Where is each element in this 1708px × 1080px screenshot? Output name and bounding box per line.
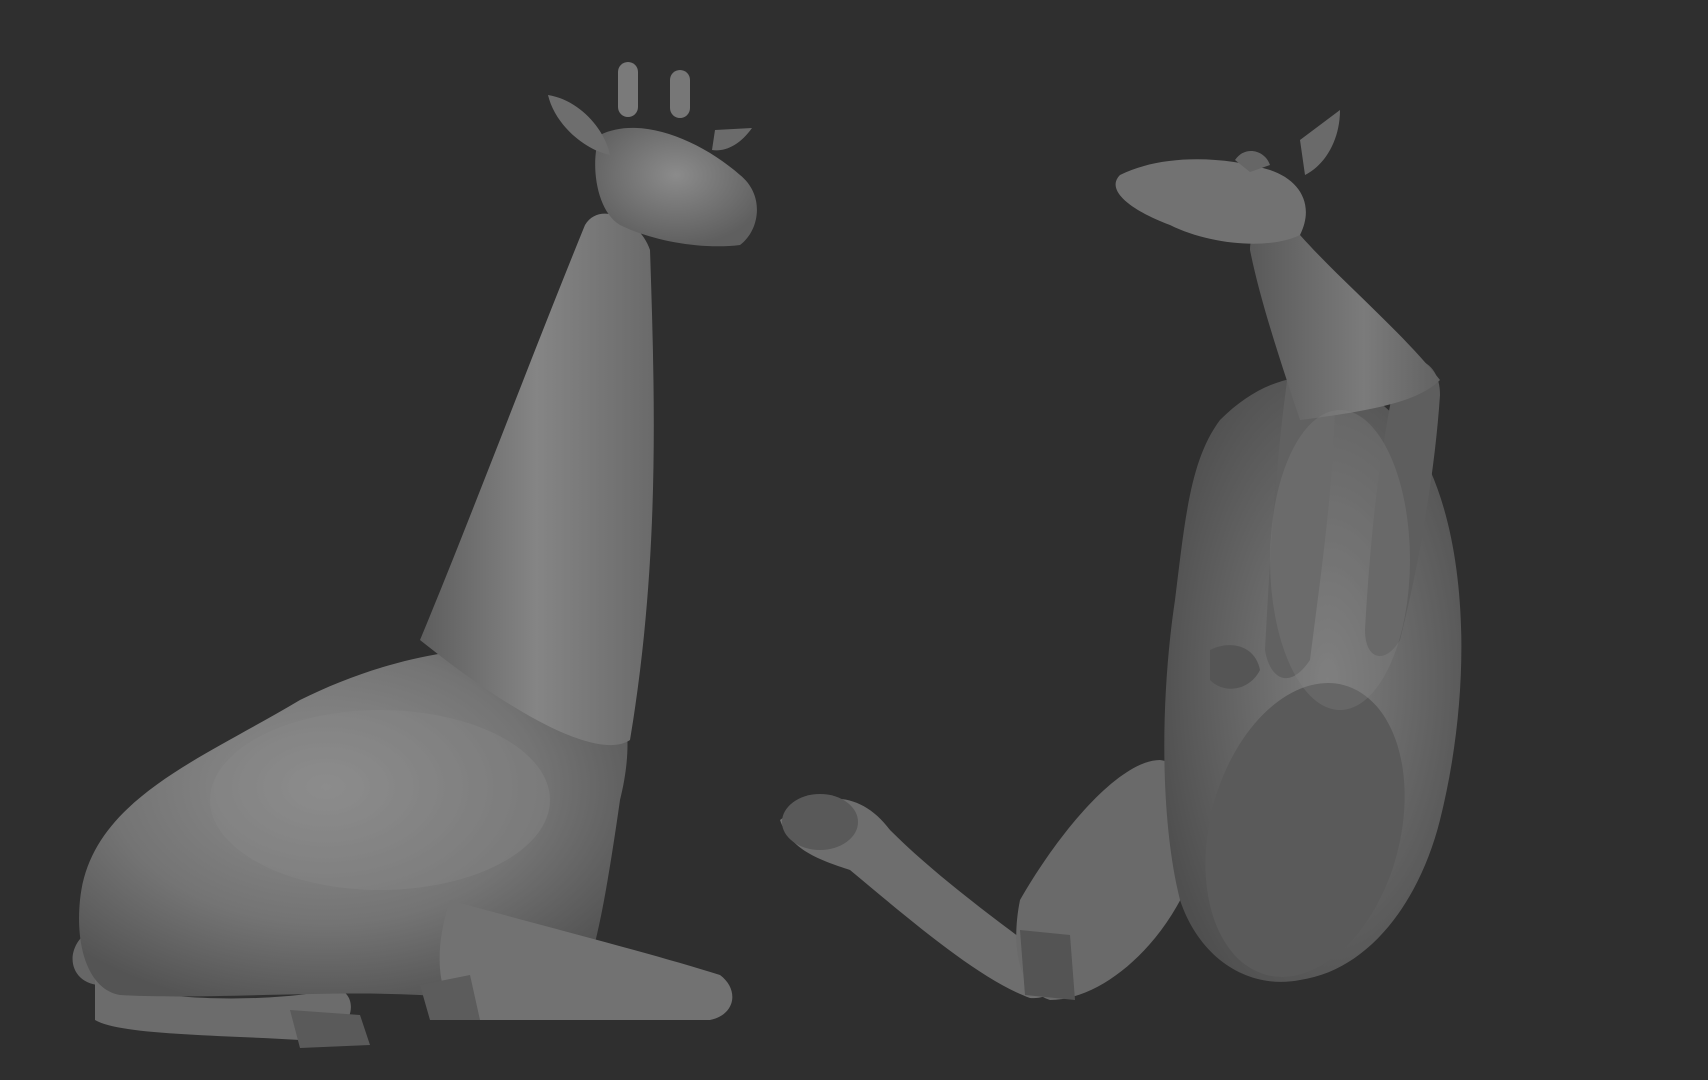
neck-shape xyxy=(420,213,654,746)
lower-hoof-shape xyxy=(1020,930,1075,1000)
ear-right xyxy=(712,128,752,151)
belly-highlight xyxy=(1270,410,1410,710)
giraffe-sculpt-underside[interactable] xyxy=(780,0,1708,1080)
giraffe-sculpt-front[interactable] xyxy=(0,0,820,1080)
ear-left xyxy=(548,95,610,155)
head-shape-2 xyxy=(1115,159,1306,244)
ossicone-right xyxy=(670,70,690,118)
ossicone-left xyxy=(618,62,638,117)
hoof-shape xyxy=(290,1010,370,1048)
sculpt-viewport[interactable] xyxy=(0,0,1708,1080)
ear-shape-2 xyxy=(1300,110,1340,175)
extended-hoof-shape xyxy=(782,794,858,850)
body-highlight xyxy=(210,710,550,890)
